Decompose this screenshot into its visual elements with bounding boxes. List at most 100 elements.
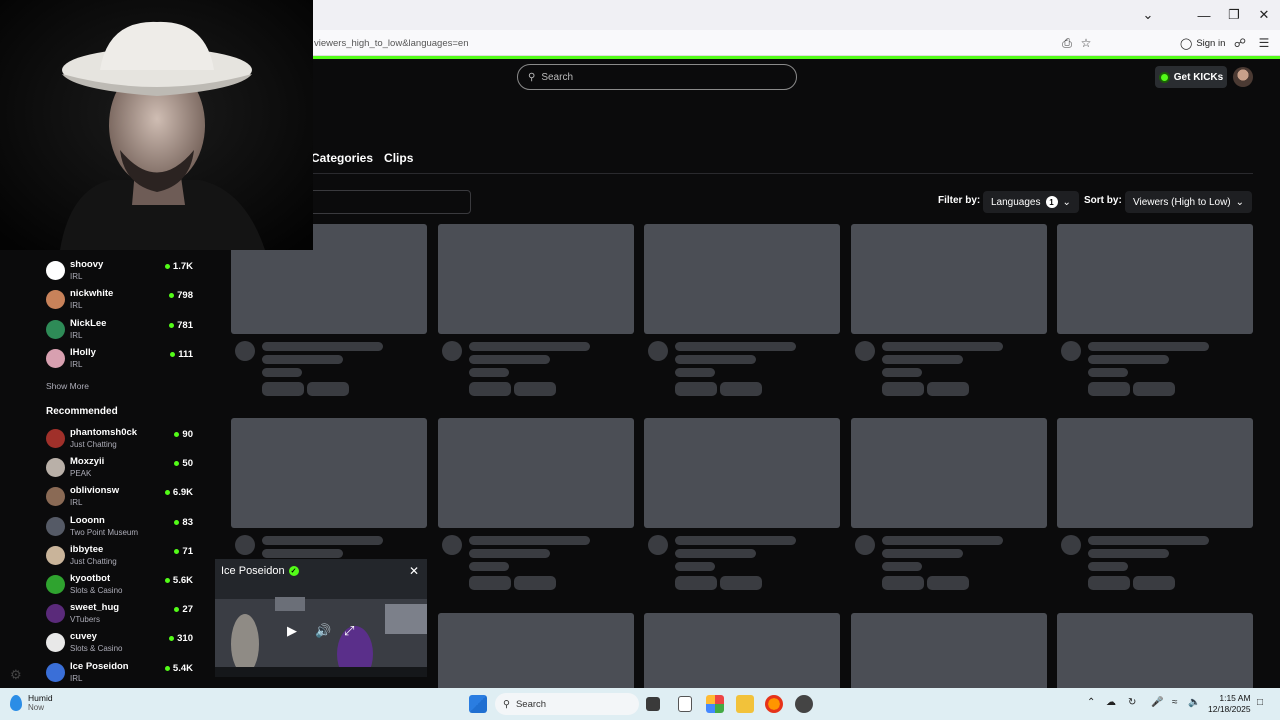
text-placeholder: [882, 576, 924, 590]
text-placeholder: [514, 576, 556, 590]
sort-value: Viewers (High to Low): [1133, 196, 1231, 208]
volume-icon[interactable]: 🔊: [315, 623, 331, 639]
stream-card-skeleton[interactable]: [851, 418, 1047, 590]
avatar: [46, 429, 65, 448]
sidebar-channel-row[interactable]: lHolly IRL 111: [46, 346, 196, 372]
category-filter-input[interactable]: [300, 190, 471, 214]
sidebar-channel-row[interactable]: NickLee IRL 781: [46, 317, 196, 343]
weather-title: Humid: [28, 693, 53, 703]
fullscreen-icon[interactable]: ⤢: [344, 623, 354, 639]
sync-icon[interactable]: ↻: [1128, 697, 1136, 708]
sidebar-channel-row[interactable]: ibbytee Just Chatting 71: [46, 543, 196, 569]
avatar: [46, 487, 65, 507]
stream-card-skeleton[interactable]: [1057, 418, 1253, 590]
stream-card-skeleton[interactable]: [644, 418, 840, 590]
viewer-count-value: 798: [177, 290, 193, 302]
sidebar-channel-row[interactable]: Looonn Two Point Museum 83: [46, 514, 196, 540]
chevron-up-icon[interactable]: ⌃: [1087, 697, 1095, 708]
obs-icon[interactable]: [795, 695, 813, 713]
close-window-button[interactable]: ✕: [1251, 6, 1277, 24]
firefox-icon[interactable]: [765, 695, 783, 713]
viewer-count: 5.6K: [164, 575, 193, 586]
sidebar-channel-row[interactable]: cuvey Slots & Casino 310: [46, 630, 196, 656]
minimize-button[interactable]: —: [1191, 6, 1217, 24]
close-icon[interactable]: ✕: [409, 564, 419, 578]
stream-card-skeleton[interactable]: [1057, 224, 1253, 396]
thumbnail-placeholder: [851, 224, 1047, 334]
languages-dropdown[interactable]: Languages 1 ⌄: [983, 191, 1079, 213]
tab-categories[interactable]: Categories: [311, 151, 373, 165]
install-page-icon[interactable]: ⎙: [1059, 35, 1075, 51]
task-view-icon[interactable]: [646, 697, 660, 711]
copilot-icon[interactable]: [706, 695, 724, 713]
viewer-count-value: 71: [182, 545, 193, 557]
file-explorer-icon[interactable]: [736, 695, 754, 713]
stream-card-skeleton[interactable]: [438, 418, 634, 590]
sidebar-channel-row[interactable]: phantomsh0ck Just Chatting 90: [46, 426, 196, 452]
text-placeholder: [469, 342, 590, 351]
text-placeholder: [1088, 536, 1209, 545]
viewer-count: 798: [169, 290, 193, 301]
sidebar-channel-row[interactable]: shoovy IRL 1.7K: [46, 258, 196, 284]
microphone-icon[interactable]: 🎤: [1151, 697, 1163, 708]
windows-start-icon[interactable]: [469, 695, 487, 713]
extensions-icon[interactable]: ☍: [1232, 35, 1248, 51]
user-avatar[interactable]: [1233, 67, 1253, 87]
show-more-link[interactable]: Show More: [46, 381, 89, 391]
stream-card-skeleton[interactable]: [644, 224, 840, 396]
viewer-count-value: 781: [177, 319, 193, 331]
clock-date: 12/18/2025: [1208, 704, 1251, 714]
maximize-button[interactable]: ❐: [1221, 6, 1247, 24]
mini-player[interactable]: Ice Poseidon ✓ ✕ ▶ 🔊 ⤢: [215, 559, 427, 677]
search-input[interactable]: ⚲ Search: [517, 64, 797, 90]
wifi-icon[interactable]: ≈: [1172, 697, 1178, 708]
sidebar-channel-row[interactable]: Ice Poseidon IRL 5.4K: [46, 660, 196, 686]
stream-card-skeleton[interactable]: [851, 224, 1047, 396]
webcam-overlay: [0, 0, 313, 250]
tab-clips[interactable]: Clips: [384, 151, 413, 165]
play-icon[interactable]: ▶: [287, 623, 297, 639]
stream-card-skeleton[interactable]: [438, 224, 634, 396]
speaker-icon[interactable]: 🔈: [1188, 697, 1200, 708]
tab-list-chevron-icon[interactable]: ⌄: [1135, 6, 1161, 24]
live-dot-icon: [174, 607, 180, 613]
text-placeholder: [262, 355, 343, 364]
bookmark-star-icon[interactable]: ☆: [1078, 35, 1094, 51]
sort-dropdown[interactable]: Viewers (High to Low) ⌄: [1125, 191, 1253, 213]
viewer-count: 83: [174, 517, 193, 528]
live-dot-icon: [164, 665, 170, 671]
avatar: [46, 662, 65, 682]
text-placeholder: [1061, 535, 1081, 555]
get-kicks-label: Get KICKs: [1173, 71, 1224, 83]
sidebar-channel-row[interactable]: kyootbot Slots & Casino 5.6K: [46, 572, 196, 598]
live-dot-icon: [174, 548, 180, 554]
channel-name: sweet_hug: [70, 602, 120, 614]
address-bar[interactable]: viewers_high_to_low&languages=en: [300, 32, 1100, 54]
sidebar-channel-row[interactable]: oblivionsw IRL 6.9K: [46, 484, 196, 510]
sign-in-button[interactable]: ◯ Sign in: [1180, 34, 1225, 52]
gear-icon[interactable]: ⚙: [10, 667, 22, 683]
text-placeholder: [1088, 562, 1128, 571]
text-placeholder: [307, 382, 349, 396]
viewer-count-value: 6.9K: [172, 487, 193, 499]
text-placeholder: [882, 536, 1003, 545]
notepad-icon[interactable]: [678, 696, 692, 712]
sidebar-channel-row[interactable]: Moxzyii PEAK 50: [46, 455, 196, 481]
text-placeholder: [469, 355, 550, 364]
text-placeholder: [882, 342, 1003, 351]
live-dot-icon: [174, 432, 180, 437]
channel-category: IRL: [70, 498, 83, 508]
onedrive-icon[interactable]: ☁: [1106, 697, 1116, 708]
get-kicks-button[interactable]: Get KICKs: [1155, 66, 1227, 88]
sidebar-channel-row[interactable]: nickwhite IRL 798: [46, 287, 196, 313]
notification-icon[interactable]: □: [1257, 697, 1263, 708]
sidebar-channel-row[interactable]: sweet_hug VTubers 27: [46, 601, 196, 627]
stream-card-skeleton[interactable]: [231, 418, 427, 590]
taskbar-search[interactable]: ⚲ Search: [495, 693, 639, 715]
menu-icon[interactable]: ☰: [1256, 35, 1272, 51]
clock[interactable]: 1:15 AM 12/18/2025: [1208, 693, 1251, 715]
text-placeholder: [514, 382, 556, 396]
avatar: [46, 290, 65, 310]
viewer-count-value: 5.6K: [172, 575, 193, 586]
weather-widget[interactable]: Humid Now: [10, 693, 53, 712]
